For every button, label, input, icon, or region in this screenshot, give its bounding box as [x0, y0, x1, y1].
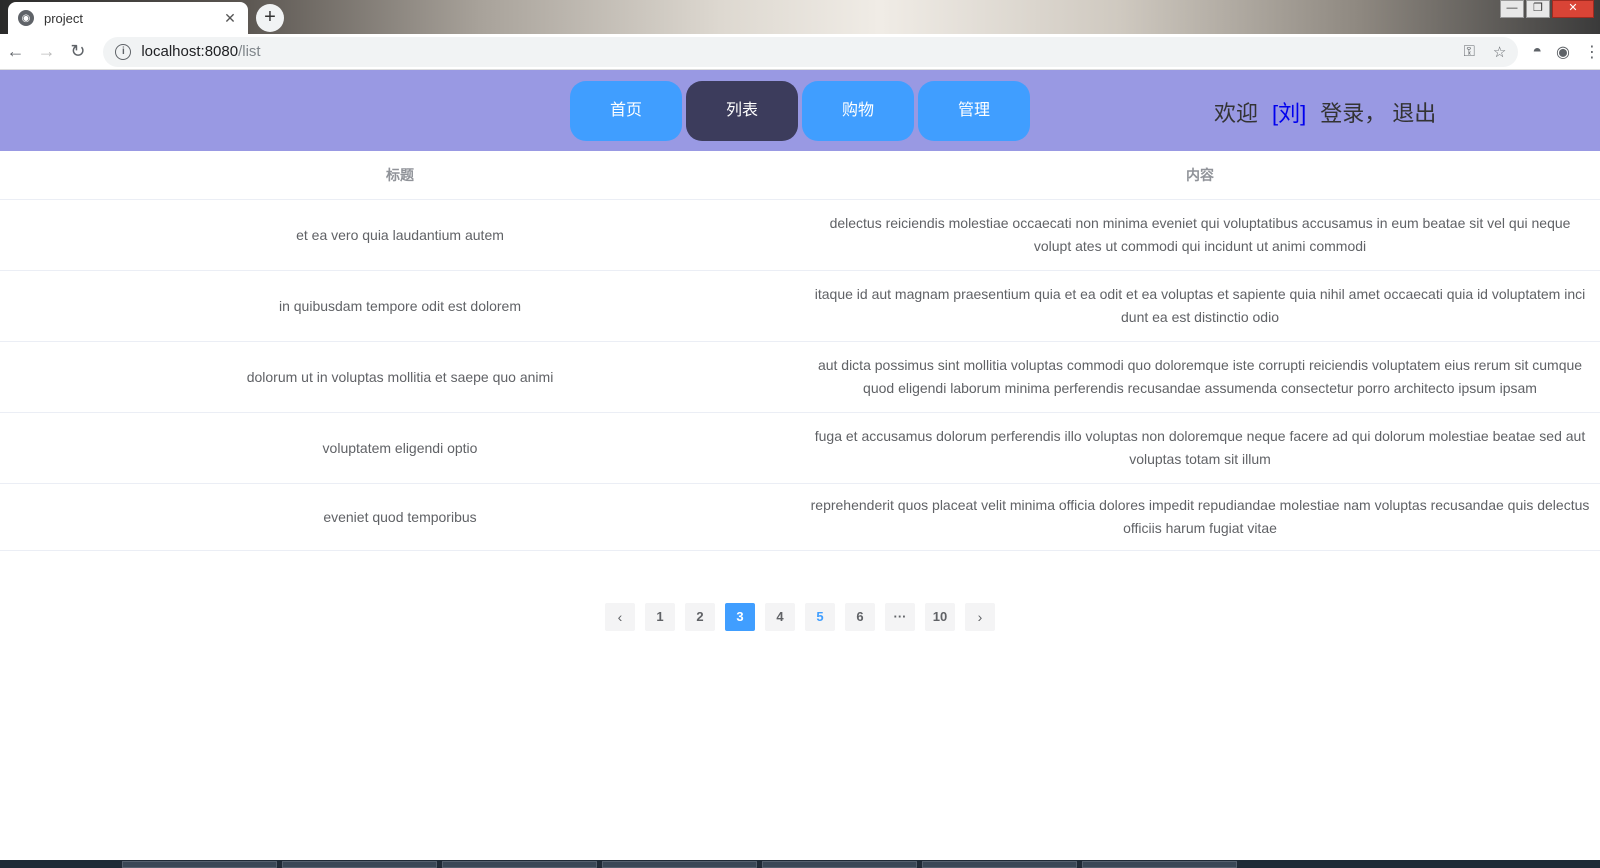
reload-icon[interactable]: ↻	[62, 41, 93, 62]
incognito-icon[interactable]: ◓	[1532, 43, 1542, 61]
table-row: et ea vero quia laudantium autem delectu…	[0, 200, 1600, 271]
table-row: dolorum ut in voluptas mollitia et saepe…	[0, 342, 1600, 413]
page-button[interactable]: 2	[685, 603, 715, 631]
address-bar[interactable]: i localhost:8080 /list ⚿ ☆	[103, 36, 1519, 67]
user-area: 欢迎 [刘] 登录， 退出	[1214, 96, 1436, 128]
page-button[interactable]: 1	[645, 603, 675, 631]
nav-list[interactable]: 列表	[686, 81, 798, 141]
taskbar-item[interactable]	[922, 861, 1077, 868]
browser-toolbar: ← → ↻ i localhost:8080 /list ⚿ ☆ ◓ ◉ ⋮	[0, 34, 1600, 70]
taskbar-item[interactable]	[122, 861, 277, 868]
header-content: 内容	[1186, 167, 1214, 183]
taskbar-item[interactable]	[282, 861, 437, 868]
prev-page-button[interactable]: ‹	[605, 603, 635, 631]
user-name: [刘]	[1272, 101, 1307, 126]
pagination: ‹ 1 2 3 4 5 6 ··· 10 ›	[605, 603, 995, 631]
restore-button[interactable]: ❐	[1526, 0, 1550, 18]
taskbar-item[interactable]	[602, 861, 757, 868]
globe-icon: ◉	[18, 10, 34, 26]
row-title: voluptatem eligendi optio	[322, 439, 478, 456]
row-content: itaque id aut magnam praesentium quia et…	[814, 286, 1586, 325]
logout-link[interactable]: 退出	[1392, 101, 1436, 126]
row-content: aut dicta possimus sint mollitia volupta…	[817, 357, 1583, 396]
nav-admin[interactable]: 管理	[918, 81, 1030, 141]
close-tab-icon[interactable]: ✕	[222, 10, 238, 27]
browser-tab[interactable]: ◉ project ✕	[8, 2, 248, 34]
row-content: fuga et accusamus dolorum perferendis il…	[814, 428, 1586, 467]
row-title: et ea vero quia laudantium autem	[296, 226, 504, 243]
row-content: delectus reiciendis molestiae occaecati …	[829, 215, 1571, 254]
table-header: 标题 内容	[0, 151, 1600, 200]
back-arrow-icon[interactable]: ←	[0, 41, 31, 62]
post-table: 标题 内容 et ea vero quia laudantium autem d…	[0, 151, 1600, 551]
taskbar-item[interactable]	[1082, 861, 1237, 868]
table-row: voluptatem eligendi optio fuga et accusa…	[0, 413, 1600, 484]
nav-shop[interactable]: 购物	[802, 81, 914, 141]
table-row: in quibusdam tempore odit est dolorem it…	[0, 271, 1600, 342]
forward-arrow-icon[interactable]: →	[31, 41, 62, 62]
row-title: dolorum ut in voluptas mollitia et saepe…	[246, 368, 554, 385]
minimize-button[interactable]: —	[1500, 0, 1524, 18]
page-button[interactable]: 6	[845, 603, 875, 631]
next-page-button[interactable]: ›	[965, 603, 995, 631]
taskbar-item[interactable]	[442, 861, 597, 868]
page-button-current[interactable]: 3	[725, 603, 755, 631]
star-icon[interactable]: ☆	[1493, 43, 1506, 61]
menu-dots-icon[interactable]: ⋮	[1584, 42, 1600, 62]
taskbar-item[interactable]	[762, 861, 917, 868]
new-tab-button[interactable]: +	[256, 4, 284, 32]
page-button[interactable]: 5	[805, 603, 835, 631]
nav-home[interactable]: 首页	[570, 81, 682, 141]
info-icon[interactable]: i	[115, 43, 132, 60]
os-taskbar	[0, 860, 1600, 868]
browser-tabstrip: ◉ project ✕ + — ❐ ✕	[0, 0, 1600, 34]
login-link[interactable]: 登录，	[1320, 101, 1386, 126]
tab-title: project	[44, 10, 84, 26]
row-title: eveniet quod temporibus	[323, 508, 477, 525]
url-host: localhost:8080	[141, 43, 239, 60]
url-path: /list	[238, 43, 261, 60]
window-controls: — ❐ ✕	[1500, 0, 1594, 18]
page-button[interactable]: 10	[925, 603, 955, 631]
page-button[interactable]: 4	[765, 603, 795, 631]
row-content: reprehenderit quos placeat velit minima …	[810, 497, 1590, 536]
close-window-button[interactable]: ✕	[1552, 0, 1594, 18]
row-title: in quibusdam tempore odit est dolorem	[278, 297, 522, 314]
key-icon[interactable]: ⚿	[1464, 43, 1475, 60]
welcome-text: 欢迎	[1214, 101, 1259, 126]
table-row: eveniet quod temporibus reprehenderit qu…	[0, 484, 1600, 551]
profile-icon[interactable]: ◉	[1556, 42, 1570, 62]
header-title: 标题	[386, 167, 414, 183]
app-header: 首页 列表 购物 管理 欢迎 [刘] 登录， 退出	[0, 70, 1600, 151]
page-ellipsis-button[interactable]: ···	[885, 603, 915, 631]
